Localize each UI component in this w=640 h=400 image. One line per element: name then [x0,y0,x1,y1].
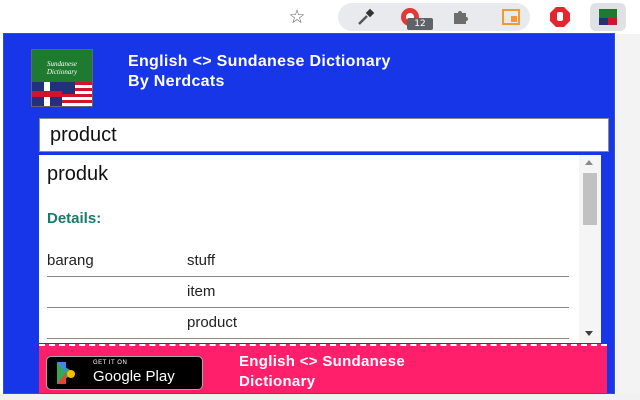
table-row: product [47,308,569,339]
scroll-up-icon[interactable] [585,160,593,165]
meaning-cell: item [187,283,216,300]
adblock-icon[interactable] [548,5,572,29]
app-logo: Sundanese Dictionary [31,49,93,107]
translation-text: produk [47,163,109,185]
promo-banner[interactable]: GET IT ON Google Play English <> Sundane… [39,344,607,393]
page-background-bottom [0,394,640,400]
extension-badge: 12 [407,18,433,30]
layout-icon[interactable] [499,5,523,29]
puzzle-icon[interactable] [448,5,472,29]
banner-line-1: English <> Sundanese [239,353,406,370]
google-play-button[interactable]: GET IT ON Google Play [46,356,203,390]
app-title: English <> Sundanese Dictionary By Nerdc… [128,52,391,92]
star-icon[interactable]: ☆ [285,5,309,29]
title-line-2: By Nerdcats [128,73,225,90]
banner-title: English <> Sundanese Dictionary [239,352,405,392]
table-row: barang stuff [47,246,569,277]
meaning-cell: product [187,314,238,331]
uk-flag-icon [32,82,62,106]
title-line-1: English <> Sundanese Dictionary [128,53,391,70]
scroll-down-icon[interactable] [585,331,593,336]
dictionary-ext-icon[interactable] [596,5,620,29]
browser-toolbar: ☆ 12 [0,0,640,34]
result-panel: produk Details: barang stuff item produc… [39,155,601,343]
scroll-thumb[interactable] [583,173,597,225]
word-cell: barang [47,252,94,269]
store-big-label: Google Play [93,368,175,385]
result-scrollbar[interactable] [579,155,601,343]
eyedropper-icon[interactable] [354,5,378,29]
dictionary-popup: Sundanese Dictionary English <> Sundanes… [3,33,615,394]
banner-line-2: Dictionary [239,373,316,390]
table-row: item [47,277,569,308]
store-small-label: GET IT ON [93,360,128,366]
us-flag-icon [62,82,92,106]
search-input[interactable] [39,118,609,152]
page-background [616,34,640,400]
details-heading: Details: [47,210,102,227]
meaning-cell: stuff [187,252,216,269]
